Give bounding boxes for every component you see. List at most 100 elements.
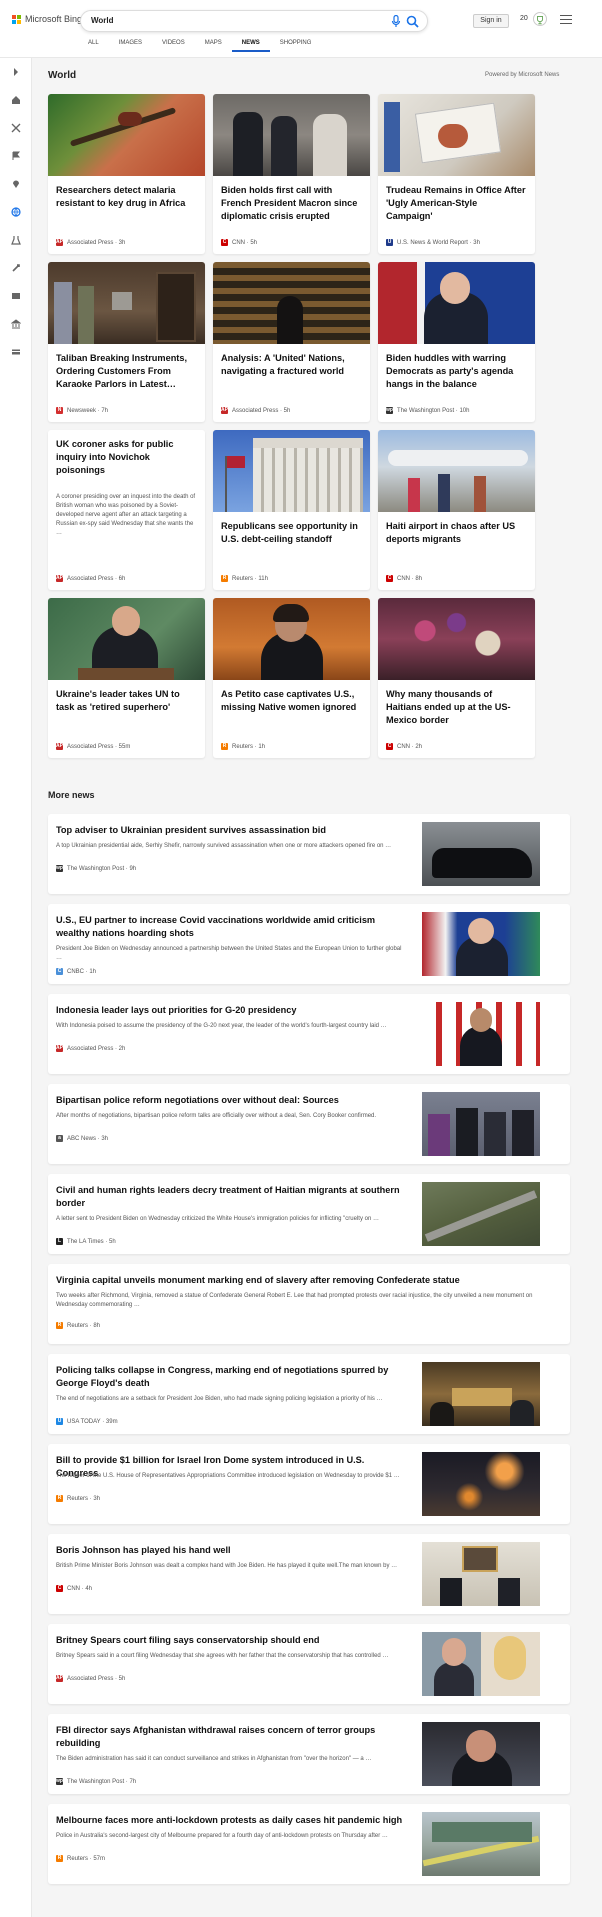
news-row[interactable]: Britney Spears court filing says conserv… [48, 1624, 570, 1704]
source-logo-icon: wp [56, 865, 63, 872]
home-icon[interactable] [11, 95, 21, 105]
search-box[interactable]: World [80, 10, 428, 32]
bing-logo[interactable]: Microsoft Bing [12, 14, 82, 24]
source-logo-icon: wp [56, 1778, 63, 1785]
news-card[interactable]: Researchers detect malaria resistant to … [48, 94, 205, 254]
video-icon[interactable] [11, 291, 21, 301]
row-title[interactable]: Indonesia leader lays out priorities for… [56, 1004, 406, 1017]
card-image [378, 262, 535, 344]
news-card[interactable]: Biden huddles with warring Democrats as … [378, 262, 535, 422]
source-logo-icon: R [56, 1322, 63, 1329]
source-logo-icon: AP [56, 1045, 63, 1052]
news-row[interactable]: Melbourne faces more anti-lockdown prote… [48, 1804, 570, 1884]
tab-all[interactable]: ALL [78, 40, 109, 52]
news-card[interactable]: Republicans see opportunity in U.S. debt… [213, 430, 370, 590]
search-icon[interactable] [406, 15, 419, 28]
row-summary: President Joe Biden on Wednesday announc… [56, 946, 402, 961]
row-title[interactable]: Bipartisan police reform negotiations ov… [56, 1094, 406, 1107]
card-image [378, 598, 535, 680]
search-input[interactable]: World [91, 16, 114, 25]
news-row[interactable]: Indonesia leader lays out priorities for… [48, 994, 570, 1074]
left-rail [0, 58, 32, 1917]
globe-icon[interactable] [11, 207, 21, 217]
flag-icon[interactable] [11, 151, 21, 161]
news-card[interactable]: Analysis: A 'United' Nations, navigating… [213, 262, 370, 422]
row-summary: The leader of the U.S. House of Represen… [56, 1473, 400, 1479]
news-row[interactable]: Virginia capital unveils monument markin… [48, 1264, 570, 1344]
card-title[interactable]: UK coroner asks for public inquiry into … [56, 438, 196, 477]
science-icon[interactable] [11, 235, 21, 245]
card-summary: A coroner presiding over an inquest into… [56, 494, 196, 536]
rewards-trophy-icon[interactable] [533, 12, 547, 26]
row-thumbnail [422, 1812, 540, 1876]
source-logo-icon: R [221, 743, 228, 750]
news-row[interactable]: U.S., EU partner to increase Covid vacci… [48, 904, 570, 984]
card-title[interactable]: Biden huddles with warring Democrats as … [386, 352, 526, 391]
tab-videos[interactable]: VIDEOS [152, 40, 195, 52]
card-title[interactable]: Why many thousands of Haitians ended up … [386, 688, 526, 727]
tab-maps[interactable]: MAPS [195, 40, 232, 52]
card-title[interactable]: Trudeau Remains in Office After 'Ugly Am… [386, 184, 526, 223]
row-thumbnail [422, 1182, 540, 1246]
news-card[interactable]: Why many thousands of Haitians ended up … [378, 598, 535, 758]
card-title[interactable]: As Petito case captivates U.S., missing … [221, 688, 361, 714]
news-row[interactable]: Bipartisan police reform negotiations ov… [48, 1084, 570, 1164]
news-card[interactable]: Haiti airport in chaos after US deports … [378, 430, 535, 590]
source-logo-icon: N [56, 407, 63, 414]
news-card[interactable]: As Petito case captivates U.S., missing … [213, 598, 370, 758]
card-title[interactable]: Taliban Breaking Instruments, Ordering C… [56, 352, 196, 391]
row-source: C CNN · 4h [56, 1585, 93, 1592]
bank-icon[interactable] [11, 319, 21, 329]
card-title[interactable]: Researchers detect malaria resistant to … [56, 184, 196, 210]
card-title[interactable]: Biden holds first call with French Presi… [221, 184, 361, 223]
rocket-icon[interactable] [11, 263, 21, 273]
microphone-icon[interactable] [391, 15, 401, 28]
card-source: AP Associated Press · 6h [56, 575, 126, 582]
source-logo-icon: AP [56, 743, 63, 750]
card-title[interactable]: Analysis: A 'United' Nations, navigating… [221, 352, 361, 378]
source-logo-icon: C [386, 743, 393, 750]
news-card[interactable]: Biden holds first call with French Presi… [213, 94, 370, 254]
row-title[interactable]: Top adviser to Ukrainian president survi… [56, 824, 406, 837]
card-image [213, 598, 370, 680]
row-summary: Police in Australia's second-largest cit… [56, 1833, 388, 1839]
tab-shopping[interactable]: SHOPPING [270, 40, 322, 52]
row-title[interactable]: U.S., EU partner to increase Covid vacci… [56, 914, 406, 940]
row-source: AP Associated Press · 5h [56, 1675, 126, 1682]
expand-chevron-icon[interactable] [11, 67, 21, 77]
source-logo-icon: U [56, 1418, 63, 1425]
card-icon[interactable] [11, 347, 21, 357]
card-title[interactable]: Haiti airport in chaos after US deports … [386, 520, 526, 546]
news-row[interactable]: Civil and human rights leaders decry tre… [48, 1174, 570, 1254]
news-row[interactable]: FBI director says Afghanistan withdrawal… [48, 1714, 570, 1794]
rewards-count[interactable]: 20 [520, 15, 528, 22]
row-title[interactable]: Britney Spears court filing says conserv… [56, 1634, 406, 1647]
tab-images[interactable]: IMAGES [109, 40, 152, 52]
news-row[interactable]: Policing talks collapse in Congress, mar… [48, 1354, 570, 1434]
row-summary: British Prime Minister Boris Johnson was… [56, 1563, 398, 1569]
news-card[interactable]: UK coroner asks for public inquiry into … [48, 430, 205, 590]
sign-in-button[interactable]: Sign in [473, 14, 509, 28]
row-title[interactable]: Policing talks collapse in Congress, mar… [56, 1364, 406, 1390]
row-summary: A letter sent to President Biden on Wedn… [56, 1216, 379, 1222]
hamburger-menu-icon[interactable] [560, 15, 572, 25]
row-title[interactable]: Melbourne faces more anti-lockdown prote… [56, 1814, 406, 1827]
tab-news[interactable]: NEWS [231, 40, 270, 52]
row-title[interactable]: Civil and human rights leaders decry tre… [56, 1184, 406, 1210]
location-icon[interactable] [11, 179, 21, 189]
news-row[interactable]: Top adviser to Ukrainian president survi… [48, 814, 570, 894]
news-card[interactable]: Taliban Breaking Instruments, Ordering C… [48, 262, 205, 422]
news-row[interactable]: Boris Johnson has played his hand well B… [48, 1534, 570, 1614]
row-title[interactable]: FBI director says Afghanistan withdrawal… [56, 1724, 406, 1750]
news-card[interactable]: Ukraine's leader takes UN to task as 're… [48, 598, 205, 758]
news-card[interactable]: Trudeau Remains in Office After 'Ugly Am… [378, 94, 535, 254]
card-title[interactable]: Republicans see opportunity in U.S. debt… [221, 520, 361, 546]
source-logo-icon: C [56, 1585, 63, 1592]
row-title[interactable]: Virginia capital unveils monument markin… [56, 1274, 556, 1287]
row-source: C CNBC · 1h [56, 968, 97, 975]
news-row[interactable]: Bill to provide $1 billion for Israel Ir… [48, 1444, 570, 1524]
tools-icon[interactable] [11, 123, 21, 133]
row-title[interactable]: Boris Johnson has played his hand well [56, 1544, 406, 1557]
card-image [48, 598, 205, 680]
card-title[interactable]: Ukraine's leader takes UN to task as 're… [56, 688, 196, 714]
